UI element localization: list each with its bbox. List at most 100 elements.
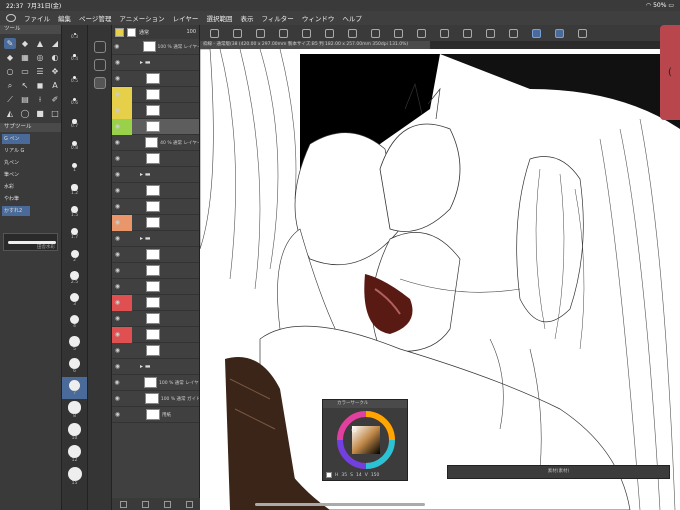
layer-lock-cell[interactable] [123, 231, 132, 247]
swatch-sub-icon[interactable]: □ [49, 108, 61, 119]
brush-size-item[interactable]: 8 [62, 399, 87, 421]
new-layer-icon[interactable] [119, 500, 127, 508]
crop-icon[interactable] [417, 28, 426, 38]
folder-icon[interactable]: ▸ ▬ [140, 171, 151, 178]
menu-window[interactable]: ウィンドウ [302, 13, 335, 23]
layer-row[interactable]: ◉ [112, 294, 199, 311]
visibility-eye-icon[interactable]: ◉ [112, 263, 123, 279]
balloon-tool-icon[interactable]: ◭ [4, 108, 16, 119]
brush-size-item[interactable]: 0.3 [62, 25, 87, 47]
visibility-eye-icon[interactable]: ◉ [112, 167, 123, 183]
visibility-eye-icon[interactable]: ◉ [112, 55, 123, 71]
line-tool-icon[interactable]: ◯ [19, 108, 31, 119]
layer-row[interactable]: ◉ [112, 263, 199, 279]
ruler-icon[interactable] [486, 28, 495, 38]
layer-row[interactable]: ◉ [112, 247, 199, 263]
layer-row[interactable]: ◉ [112, 199, 199, 215]
visibility-eye-icon[interactable]: ◉ [112, 279, 123, 295]
layer-row[interactable]: ◉ [112, 71, 199, 87]
layer-row[interactable]: ◉ 100 % 通常 レイヤー [112, 375, 199, 391]
layer-lock-cell[interactable] [122, 375, 130, 391]
visibility-eye-icon[interactable]: ◉ [112, 102, 123, 119]
brush-size-item[interactable]: 6 [62, 355, 87, 377]
layer-row[interactable]: ◉ [112, 151, 199, 167]
layers-icon[interactable] [93, 77, 106, 89]
save-icon[interactable] [279, 28, 288, 38]
home-icon[interactable] [210, 28, 219, 38]
clear-icon[interactable] [371, 28, 380, 38]
zoom-tool-icon[interactable]: ⌕ [4, 80, 16, 91]
layer-row[interactable]: ◉ ▸ ▬ [112, 167, 199, 183]
layer-lock-cell[interactable] [123, 199, 132, 215]
visibility-eye-icon[interactable]: ◉ [112, 359, 123, 375]
redo-icon[interactable] [325, 28, 334, 38]
brush-size-item[interactable]: 3 [62, 289, 87, 311]
layer-lock-cell[interactable] [121, 39, 129, 55]
lasso-tool-icon[interactable]: ○ [4, 66, 16, 77]
layer-lock-cell[interactable] [123, 407, 132, 423]
subtool-item[interactable]: 水彩 [2, 182, 30, 192]
delete-layer-icon[interactable] [185, 500, 193, 508]
eyedrop-icon[interactable] [578, 28, 587, 38]
pen-active-icon[interactable] [532, 28, 541, 38]
shape-tool-icon[interactable]: ☰ [34, 66, 46, 77]
brush-size-item[interactable]: 0.7 [62, 113, 87, 135]
visibility-eye-icon[interactable]: ◉ [112, 86, 123, 103]
fill-tool-icon[interactable]: ◼ [34, 80, 46, 91]
move-tool-icon[interactable]: ✥ [49, 66, 61, 77]
visibility-eye-icon[interactable]: ◉ [112, 39, 121, 55]
layer-lock-cell[interactable] [123, 263, 132, 279]
layer-row[interactable]: ◉ [112, 311, 199, 327]
opacity-value[interactable]: 100 [186, 29, 196, 35]
menu-animation[interactable]: アニメーション [119, 13, 164, 23]
open-icon[interactable] [256, 28, 265, 38]
brush-size-item[interactable]: 1.5 [62, 201, 87, 223]
menu-file[interactable]: ファイル [24, 13, 50, 23]
layer-lock-cell[interactable] [123, 86, 132, 103]
visibility-eye-icon[interactable]: ◉ [112, 247, 123, 263]
menu-selection[interactable]: 選択範囲 [206, 13, 232, 23]
brush-size-item[interactable]: 5 [62, 333, 87, 355]
mask-icon[interactable] [163, 500, 171, 508]
frame-tool-icon[interactable]: ▤ [19, 94, 31, 105]
layer-lock-cell[interactable] [123, 311, 132, 327]
subtool-item[interactable]: リアル G [2, 146, 30, 156]
menu-page[interactable]: ページ管理 [79, 13, 111, 23]
property-icon[interactable] [93, 59, 106, 71]
transform-icon[interactable] [440, 28, 449, 38]
layer-row[interactable]: ◉ [112, 326, 199, 343]
pen-active2-icon[interactable] [555, 28, 564, 38]
layer-lock-cell[interactable] [123, 118, 132, 135]
blend-tool-icon[interactable]: ◐ [49, 52, 61, 63]
visibility-eye-icon[interactable]: ◉ [112, 151, 123, 167]
layer-row[interactable]: ◉ [112, 183, 199, 199]
brush-size-item[interactable]: 0.6 [62, 91, 87, 113]
visibility-eye-icon[interactable]: ◉ [112, 183, 123, 199]
layer-lock-cell[interactable] [123, 247, 132, 263]
text-tool-icon[interactable]: A [49, 80, 61, 91]
brush-size-item[interactable]: 15 [62, 465, 87, 487]
menu-view[interactable]: 表示 [240, 13, 253, 23]
layer-row[interactable]: ◉ 100 % 通常 ガイド [112, 391, 199, 407]
object-tool-icon[interactable]: ↖ [19, 80, 31, 91]
layer-lock-cell[interactable] [123, 102, 132, 119]
layer-row[interactable]: ◉ ▸ ▬ [112, 359, 199, 375]
layer-row[interactable]: ◉ [112, 343, 199, 359]
brush-tool-icon[interactable]: ▲ [34, 38, 46, 49]
visibility-eye-icon[interactable]: ◉ [112, 311, 123, 327]
visibility-eye-icon[interactable]: ◉ [112, 407, 123, 423]
subtool-item[interactable] [2, 218, 30, 228]
layer-lock-cell[interactable] [123, 71, 132, 87]
brush-size-item[interactable]: 10 [62, 421, 87, 443]
visibility-eye-icon[interactable]: ◉ [112, 326, 123, 343]
brush-preview[interactable]: 田舎水彩 [3, 233, 58, 251]
pencil-tool-icon[interactable]: ◆ [19, 38, 31, 49]
layer-row[interactable]: ◉ ▸ ▬ [112, 231, 199, 247]
layer-lock-cell[interactable] [123, 294, 132, 311]
airbrush-tool-icon[interactable]: ◢ [49, 38, 61, 49]
folder-icon[interactable]: ▸ ▬ [140, 59, 151, 66]
layer-row[interactable]: ◉ [112, 102, 199, 119]
layer-row[interactable]: ◉ [112, 279, 199, 295]
layer-row[interactable]: ◉ ▸ ▬ [112, 55, 199, 71]
layer-lock-cell[interactable] [123, 343, 132, 359]
